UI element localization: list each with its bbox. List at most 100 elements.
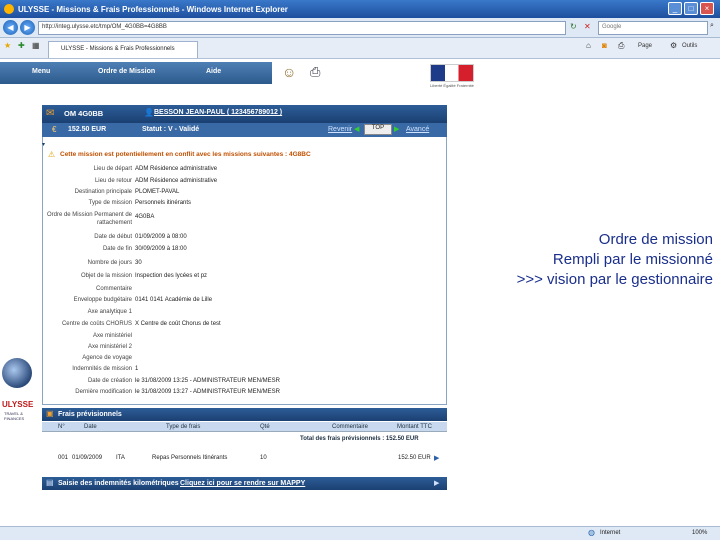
annotation-text: Ordre de mission Rempli par le missionné…	[440, 230, 713, 290]
search-icon[interactable]: ⌕	[710, 22, 714, 30]
field-label: Type de mission	[88, 200, 132, 206]
field-value: le 31/08/2009 13:25 - ADMINISTRATEUR MEN…	[135, 378, 280, 384]
briefcase-icon: ✉	[46, 108, 55, 119]
ulysse-logo-text: ULYSSE	[2, 400, 34, 409]
field-label: Commentaire	[95, 286, 132, 292]
field-value: le 31/08/2009 13:27 - ADMINISTRATEUR MEN…	[135, 389, 280, 395]
table-cell: 10	[260, 455, 267, 461]
logo-caption: Liberté Égalité Fraternité	[430, 83, 474, 88]
back-arrow-icon[interactable]: ◀	[3, 20, 18, 35]
tools-menu[interactable]: Outils	[682, 43, 697, 49]
browser-tab[interactable]: ULYSSE - Missions & Frais Professionnels	[48, 41, 198, 58]
tab-grid-icon[interactable]: ▦	[32, 41, 40, 50]
field-label: Date de création	[87, 378, 132, 384]
ulysse-logo-sub: TRAVEL & FINANCES	[4, 411, 25, 421]
mission-subheader: € 152.50 EUR Statut : V - Validé Revenir…	[42, 123, 447, 137]
field-label: Axe ministériel 2	[87, 344, 132, 350]
feeds-icon[interactable]: ◙	[602, 41, 607, 50]
printer-icon[interactable]: ⎙	[310, 64, 320, 80]
annotation-line: Ordre de mission	[598, 231, 713, 248]
add-favorite-icon[interactable]: ✚	[18, 41, 25, 50]
refresh-icon[interactable]: ↻	[570, 22, 577, 31]
status-bar: ◍ Internet 100%	[0, 526, 720, 540]
field-value: 01/09/2009 à 08:00	[135, 234, 187, 240]
field-label: Ordre de Mission Permanent de rattacheme…	[46, 212, 132, 226]
address-bar: ◀ ▶ http://integ.ulysse.etc/tmp/OM_4G0BB…	[0, 18, 720, 38]
prev-arrow-icon[interactable]: ◀	[354, 125, 359, 133]
browser-tab-label: ULYSSE - Missions & Frais Professionnels	[61, 46, 175, 52]
person-name[interactable]: BESSON JEAN-PAUL ( 123456789012 )	[154, 109, 282, 116]
table-cell: 001	[58, 455, 69, 461]
close-button[interactable]: ×	[700, 2, 714, 15]
helper-character-icon[interactable]: ☺	[282, 64, 296, 80]
nav-aide[interactable]: Aide	[206, 68, 221, 75]
next-link[interactable]: Avancé	[406, 126, 429, 133]
field-value: PLOMET-PAVAL	[135, 189, 180, 195]
money-icon: €	[52, 125, 57, 134]
field-label: Axe analytique 1	[87, 309, 132, 315]
zoom-level[interactable]: 100%	[692, 530, 707, 536]
car-icon: ▤	[46, 478, 54, 487]
indemnites-header: ▤ Saisie des indemnités kilométriques Cl…	[42, 477, 447, 490]
table-cell: 01/09/2009	[72, 455, 103, 461]
field-label: Nombre de jours	[87, 260, 132, 266]
mission-header: ✉ OM 4G0BB 👤 BESSON JEAN-PAUL ( 12345678…	[42, 105, 447, 123]
mission-status: Statut : V - Validé	[142, 126, 200, 133]
field-label: Date de fin	[102, 246, 132, 252]
mission-id: OM 4G0BB	[64, 109, 104, 118]
field-value: ADM Résidence administrative	[135, 178, 218, 184]
annotation-line: Rempli par le missionné	[552, 251, 713, 268]
next-arrow-icon[interactable]: ▶	[394, 125, 399, 133]
table-cell: ITA	[116, 455, 125, 461]
mappy-link[interactable]: Cliquez ici pour se rendre sur MAPPY	[180, 480, 305, 487]
field-label: Dernière modification	[75, 389, 132, 395]
nav-ordre-de-mission[interactable]: Ordre de Mission	[98, 68, 155, 75]
field-value: Inspection des lycées et pz	[135, 273, 208, 279]
page-menu[interactable]: Page	[638, 43, 652, 49]
field-label: Lieu de départ	[93, 166, 132, 172]
frais-column-headers: N° Date Type de frais Qté Commentaire Mo…	[42, 422, 447, 432]
warning-icon: ⚠	[48, 150, 56, 159]
indemnites-title: Saisie des indemnités kilométriques	[58, 480, 179, 487]
field-label: Agence de voyage	[82, 355, 132, 361]
zone-label: Internet	[600, 530, 621, 536]
frais-total: Total des frais prévisionnels : 152.50 E…	[300, 436, 419, 442]
app-nav-bar: Menu Ordre de Mission Aide	[0, 62, 272, 84]
back-link[interactable]: Revenir	[328, 126, 352, 133]
col-header: Qté	[260, 424, 270, 430]
mission-amount: 152.50 EUR	[68, 126, 107, 133]
field-label: Enveloppe budgétaire	[73, 297, 132, 303]
home-icon[interactable]: ⌂	[586, 41, 591, 50]
expand-icon[interactable]: ▾	[42, 141, 45, 148]
nav-menu[interactable]: Menu	[32, 68, 50, 75]
url-input[interactable]: http://integ.ulysse.etc/tmp/OM_4G0BB=4G8…	[38, 21, 566, 35]
search-input[interactable]: Google	[598, 21, 708, 35]
row-detail-arrow-icon[interactable]: ▶	[434, 454, 439, 462]
col-header: Date	[84, 424, 97, 430]
top-button[interactable]: TOP	[364, 124, 392, 135]
tools-gear-icon[interactable]: ⚙	[670, 41, 677, 50]
ie-app-icon	[4, 4, 14, 14]
table-cell: Repas Personnels Itinérants	[152, 455, 228, 461]
field-value: 30/09/2009 à 18:00	[135, 246, 187, 252]
field-value: 30	[135, 260, 142, 266]
field-value: 4G0BA	[135, 214, 155, 220]
stop-icon[interactable]: ✕	[584, 22, 591, 31]
frais-header: ▣ Frais prévisionnels	[42, 408, 447, 421]
field-label: Indemnités de mission	[72, 366, 132, 372]
field-label: Destination principale	[74, 189, 132, 195]
republique-francaise-logo	[430, 64, 474, 82]
money-bag-icon: ▣	[46, 409, 54, 418]
internet-globe-icon: ◍	[588, 528, 595, 537]
maximize-button[interactable]: □	[684, 2, 698, 15]
user-icon: 👤	[144, 108, 154, 117]
table-cell: 152.50 EUR	[398, 455, 431, 461]
field-label: Date de début	[94, 234, 132, 240]
print-icon[interactable]: ⎙	[618, 41, 624, 51]
favorites-star-icon[interactable]: ★	[4, 41, 11, 50]
forward-arrow-icon[interactable]: ▶	[20, 20, 35, 35]
minimize-button[interactable]: _	[668, 2, 682, 15]
frais-title: Frais prévisionnels	[58, 411, 122, 418]
expand-arrow-icon[interactable]: ▶	[434, 479, 439, 487]
col-header: N°	[58, 424, 65, 430]
